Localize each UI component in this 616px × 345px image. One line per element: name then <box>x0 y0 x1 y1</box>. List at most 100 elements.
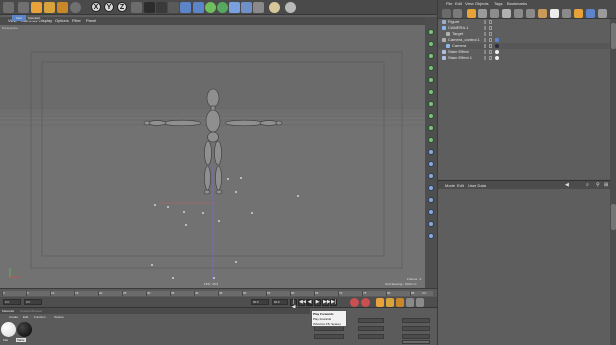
timeline[interactable]: 0 5 10 15 20 25 30 35 40 45 50 55 60 65 … <box>0 288 437 297</box>
key-param-icon[interactable] <box>406 298 414 307</box>
menu-objects[interactable]: Objects <box>475 1 489 6</box>
tab-materials[interactable]: Materials <box>2 309 14 313</box>
material-swatch-white[interactable] <box>1 322 16 337</box>
palette-icon[interactable] <box>428 233 434 239</box>
enable-check[interactable] <box>489 44 492 48</box>
record-icon[interactable] <box>350 298 359 307</box>
render-settings-icon[interactable] <box>168 2 179 13</box>
menu-file[interactable]: File <box>446 1 452 6</box>
key-pla-icon[interactable] <box>416 298 424 307</box>
timeline-track[interactable]: 0 5 10 15 20 25 30 35 40 45 50 55 60 65 … <box>2 291 433 296</box>
coordinate-system-icon[interactable] <box>131 2 142 13</box>
enable-check[interactable] <box>489 32 492 36</box>
tool-icon[interactable] <box>586 9 595 18</box>
tool-icon[interactable] <box>442 9 451 18</box>
z-axis-toggle[interactable]: Z <box>117 2 127 12</box>
lock-icon[interactable]: ⚲ <box>596 182 600 188</box>
palette-icon[interactable] <box>428 197 434 203</box>
menu-edit[interactable]: Edit <box>23 315 28 319</box>
subdivision-icon[interactable] <box>205 2 216 13</box>
object-row[interactable]: Stam Effect.1 <box>438 55 610 61</box>
tool-icon[interactable] <box>550 9 559 18</box>
coord-field[interactable] <box>402 334 430 339</box>
tool-icon[interactable] <box>453 9 462 18</box>
menu-mode[interactable]: Mode <box>445 183 455 188</box>
key-rotate-icon[interactable] <box>396 298 404 307</box>
tool-icon[interactable] <box>598 9 607 18</box>
object-mode-icon[interactable] <box>70 2 81 13</box>
current-frame-field[interactable]: 0 F <box>24 299 42 305</box>
visibility-dots[interactable] <box>484 38 486 42</box>
visibility-dots[interactable] <box>484 50 486 54</box>
palette-icon[interactable] <box>428 149 434 155</box>
menu-function[interactable]: Function <box>34 315 46 319</box>
floor-icon[interactable] <box>241 2 252 13</box>
preview-end-field[interactable]: 90 F <box>272 299 288 305</box>
enable-check[interactable] <box>489 38 492 42</box>
undo-icon[interactable] <box>3 2 14 13</box>
menu-texture[interactable]: Texture <box>54 315 64 319</box>
tool-icon[interactable] <box>526 9 535 18</box>
tab-standard[interactable]: Standard <box>27 15 41 21</box>
move-icon[interactable] <box>31 2 42 13</box>
pen-icon[interactable] <box>193 2 204 13</box>
visibility-dots[interactable] <box>484 20 486 24</box>
enable-check[interactable] <box>489 50 492 54</box>
coord-field[interactable] <box>314 334 344 339</box>
array-icon[interactable] <box>217 2 228 13</box>
palette-icon[interactable] <box>428 101 434 107</box>
visibility-dots[interactable] <box>484 26 486 30</box>
menu-bookmarks[interactable]: Bookmarks <box>507 1 527 6</box>
rotate-icon[interactable] <box>57 2 68 13</box>
light-icon[interactable] <box>269 2 280 13</box>
cube-icon[interactable] <box>180 2 191 13</box>
previous-key-button[interactable]: ◀◀ <box>298 299 307 306</box>
start-frame-field[interactable]: 0 F <box>3 299 21 305</box>
key-scale-icon[interactable] <box>386 298 394 307</box>
material-tag-icon[interactable] <box>495 50 499 54</box>
go-to-start-button[interactable]: |◀ <box>290 299 297 310</box>
camera-icon[interactable] <box>253 2 264 13</box>
palette-icon[interactable] <box>428 113 434 119</box>
palette-icon[interactable] <box>428 125 434 131</box>
coord-field[interactable] <box>402 326 430 331</box>
go-to-end-button[interactable]: ▶| <box>330 299 337 306</box>
menu-view[interactable]: View <box>465 1 474 6</box>
coord-field[interactable] <box>358 326 384 331</box>
palette-icon[interactable] <box>428 53 434 59</box>
menu-panel[interactable]: Panel <box>86 18 96 23</box>
tool-icon[interactable] <box>514 9 523 18</box>
tab-content-browser[interactable]: Content Browser <box>20 309 42 313</box>
enable-check[interactable] <box>489 26 492 30</box>
menu-filter[interactable]: Filter <box>72 18 81 23</box>
tool-icon[interactable] <box>562 9 571 18</box>
menu-create[interactable]: Create <box>9 315 18 319</box>
play-backwards-button[interactable]: ◀ <box>306 299 313 306</box>
enable-check[interactable] <box>489 20 492 24</box>
autokey-icon[interactable] <box>361 298 370 307</box>
material-tag-icon[interactable] <box>495 56 499 60</box>
render-picture-viewer-icon[interactable] <box>156 2 167 13</box>
palette-icon[interactable] <box>428 209 434 215</box>
tool-icon[interactable] <box>502 9 511 18</box>
key-move-icon[interactable] <box>376 298 384 307</box>
tool-icon[interactable] <box>574 9 583 18</box>
x-axis-toggle[interactable]: X <box>91 2 101 12</box>
viewport[interactable]: View Cameras Display Options Filter Pane… <box>0 17 437 288</box>
render-view-icon[interactable] <box>144 2 155 13</box>
search-icon[interactable]: ⌕ <box>586 182 589 188</box>
palette-icon[interactable] <box>428 161 434 167</box>
enable-check[interactable] <box>489 56 492 60</box>
menu-tags[interactable]: Tags <box>494 1 502 6</box>
palette-icon[interactable] <box>428 89 434 95</box>
visibility-dots[interactable] <box>484 32 486 36</box>
new-panel-icon[interactable]: ⊞ <box>604 182 608 188</box>
palette-icon[interactable] <box>428 173 434 179</box>
play-forwards-button[interactable]: ▶ <box>314 299 321 306</box>
menu-edit[interactable]: Edit <box>455 1 462 6</box>
scrollbar-thumb[interactable] <box>611 23 616 49</box>
next-key-button[interactable]: ▶▶ <box>322 299 331 306</box>
palette-icon[interactable] <box>428 41 434 47</box>
palette-icon[interactable] <box>428 29 434 35</box>
apply-button[interactable] <box>402 340 430 344</box>
